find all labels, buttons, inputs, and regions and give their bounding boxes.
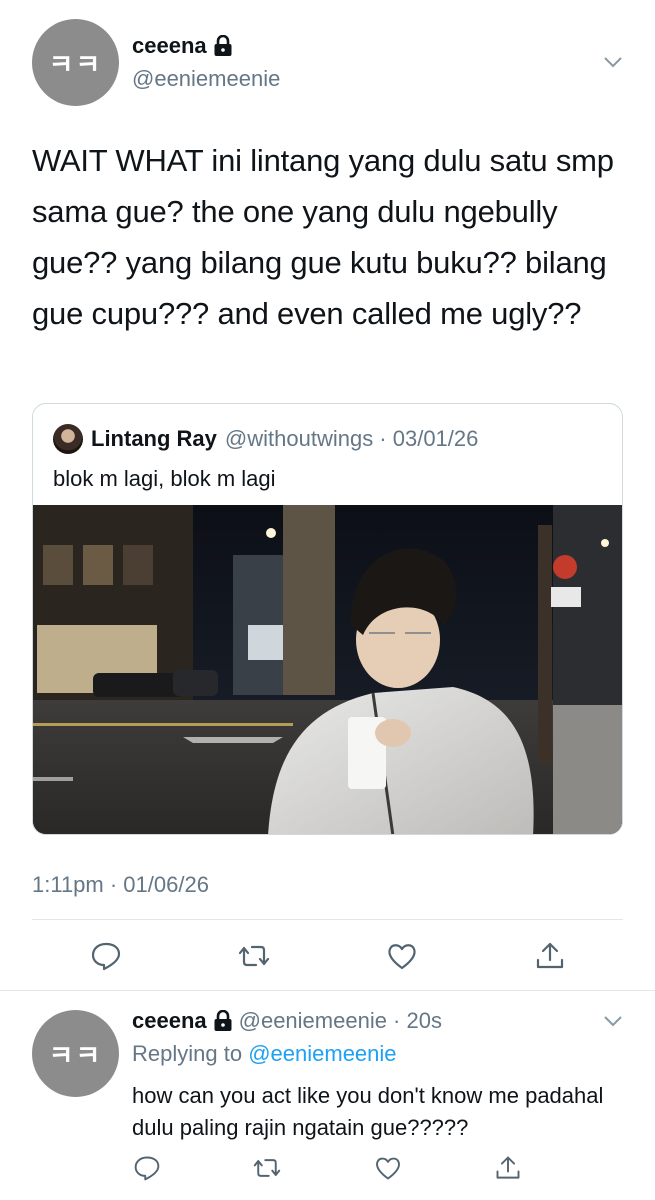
author-handle[interactable]: @eeniemeenie: [132, 66, 280, 92]
chevron-down-icon[interactable]: [603, 56, 623, 68]
author-display-name[interactable]: ceeena: [132, 33, 207, 59]
replying-to-handle[interactable]: @eeniemeenie: [248, 1041, 396, 1066]
reply-icon[interactable]: [133, 1154, 161, 1182]
divider: [32, 919, 623, 920]
lock-icon: [214, 1010, 232, 1031]
quoted-author-name[interactable]: Lintang Ray: [91, 426, 217, 452]
share-icon[interactable]: [494, 1154, 522, 1182]
tweet-text: WAIT WHAT ini lintang yang dulu satu smp…: [32, 143, 614, 331]
replying-to: Replying to @eeniemeenie: [132, 1041, 397, 1067]
author-avatar[interactable]: ㅋㅋ: [32, 19, 119, 106]
quoted-tweet-photo[interactable]: [33, 505, 623, 835]
reply-author-avatar[interactable]: ㅋㅋ: [32, 1010, 119, 1097]
like-icon[interactable]: [374, 1154, 402, 1182]
reply-text: how can you act like you don't know me p…: [132, 1083, 604, 1140]
retweet-icon[interactable]: [253, 1154, 281, 1182]
author-name-row[interactable]: ceeena: [132, 33, 233, 59]
reply-author-name[interactable]: ceeena: [132, 1008, 207, 1034]
quoted-tweet-text: blok m lagi, blok m lagi: [53, 466, 276, 491]
chevron-down-icon[interactable]: [603, 1015, 623, 1027]
divider: [0, 990, 655, 991]
share-icon[interactable]: [534, 940, 566, 972]
tweet-timestamp[interactable]: 1:11pm · 01/06/26: [32, 872, 209, 898]
lock-icon: [214, 35, 232, 56]
quoted-tweet-header: Lintang Ray @withoutwings · 03/01/26: [53, 424, 478, 454]
quoted-author-avatar[interactable]: [53, 424, 83, 454]
like-icon[interactable]: [386, 940, 418, 972]
quoted-author-meta: @withoutwings · 03/01/26: [224, 426, 479, 451]
replying-to-label: Replying to: [132, 1041, 243, 1066]
reply-author-meta: @eeniemeenie · 20s: [238, 1008, 442, 1033]
retweet-icon[interactable]: [238, 940, 270, 972]
reply-header: ceeena @eeniemeenie · 20s: [132, 1008, 442, 1034]
quoted-tweet-card[interactable]: Lintang Ray @withoutwings · 03/01/26 blo…: [32, 403, 623, 835]
reply-icon[interactable]: [90, 940, 122, 972]
